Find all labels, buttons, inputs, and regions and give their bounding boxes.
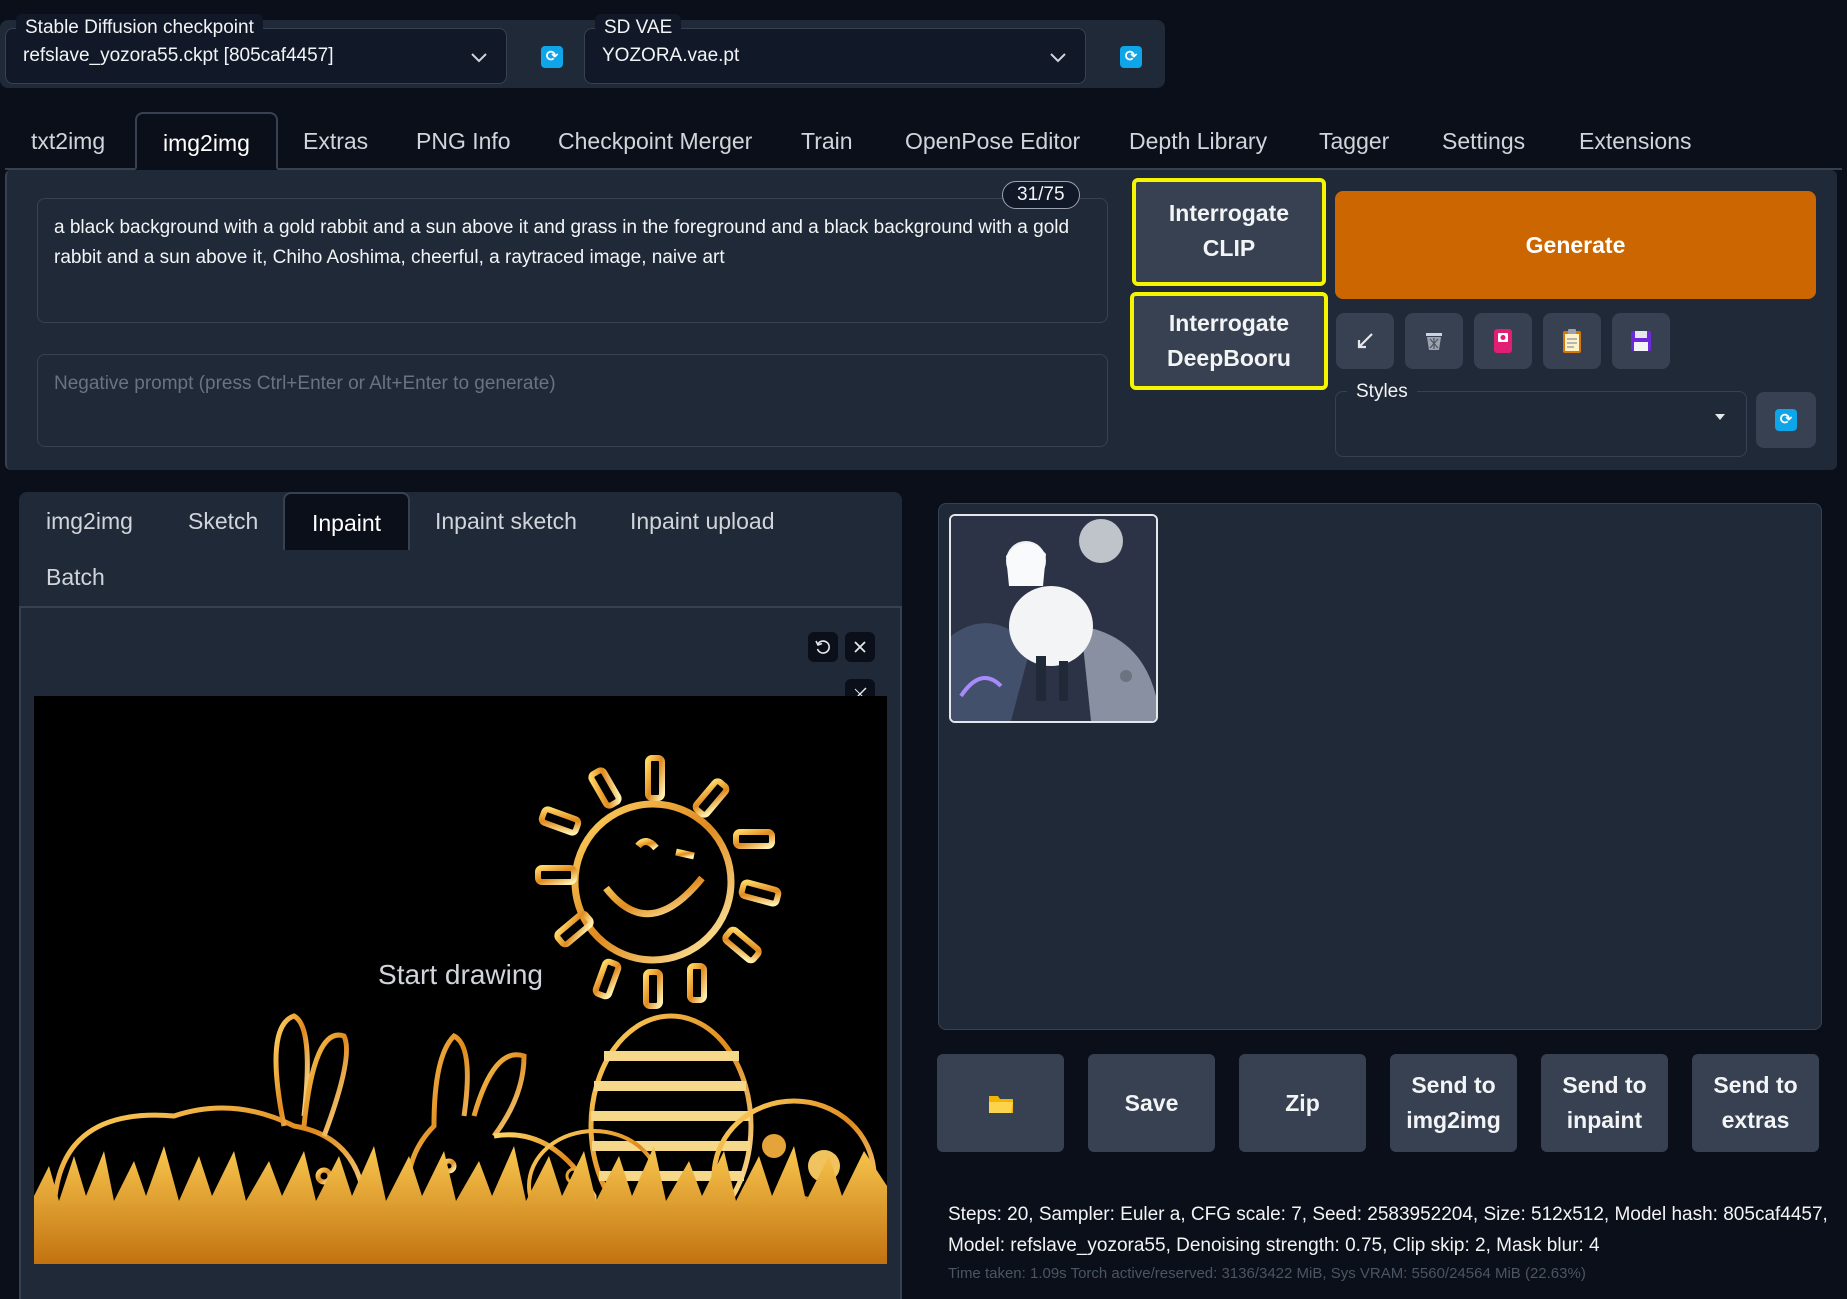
- tab-settings[interactable]: Settings: [1416, 112, 1551, 170]
- generated-image-thumbnail[interactable]: [949, 514, 1158, 723]
- subtab-inpaint-upload[interactable]: Inpaint upload: [603, 492, 802, 550]
- refresh-checkpoint-icon[interactable]: ⟳: [541, 46, 563, 68]
- refresh-icon: ⟳: [1775, 409, 1797, 431]
- tab-extras[interactable]: Extras: [277, 112, 394, 170]
- send-inpaint-line1: Send to: [1562, 1072, 1647, 1098]
- send-extras-line1: Send to: [1713, 1072, 1798, 1098]
- pink-card-icon[interactable]: [1474, 313, 1532, 369]
- vae-label: SD VAE: [595, 14, 682, 42]
- save-disk-icon[interactable]: [1612, 313, 1670, 369]
- start-drawing-placeholder: Start drawing: [378, 959, 543, 990]
- tab-extensions[interactable]: Extensions: [1553, 112, 1718, 170]
- prompt-textarea[interactable]: a black background with a gold rabbit an…: [37, 198, 1108, 323]
- send-extras-line2: extras: [1721, 1107, 1790, 1133]
- tab-tagger[interactable]: Tagger: [1293, 112, 1415, 170]
- tab-openpose-editor[interactable]: OpenPose Editor: [879, 112, 1106, 170]
- trash-icon[interactable]: [1405, 313, 1463, 369]
- checkpoint-label: Stable Diffusion checkpoint: [16, 14, 263, 42]
- performance-info: Time taken: 1.09s Torch active/reserved:…: [948, 1265, 1586, 1282]
- subtab-inpaint-sketch[interactable]: Inpaint sketch: [408, 492, 604, 550]
- send-to-inpaint-button[interactable]: Send to inpaint: [1541, 1054, 1668, 1152]
- checkpoint-value: refslave_yozora55.ckpt [805caf4457]: [23, 45, 334, 66]
- send-to-img2img-button[interactable]: Send to img2img: [1390, 1054, 1517, 1152]
- vae-value: YOZORA.vae.pt: [602, 45, 740, 66]
- negative-prompt-textarea[interactable]: Negative prompt (press Ctrl+Enter or Alt…: [37, 354, 1108, 447]
- tab-train[interactable]: Train: [775, 112, 879, 170]
- folder-icon: [988, 1096, 1013, 1113]
- chevron-down-icon: [1050, 53, 1066, 63]
- subtab-inpaint[interactable]: Inpaint: [283, 492, 411, 550]
- subtab-img2img[interactable]: img2img: [19, 492, 160, 550]
- interrogate-deepbooru-button[interactable]: Interrogate DeepBooru: [1130, 292, 1328, 390]
- zip-button[interactable]: Zip: [1239, 1054, 1366, 1152]
- save-button[interactable]: Save: [1088, 1054, 1215, 1152]
- interrogate-deepbooru-line2: DeepBooru: [1167, 345, 1291, 371]
- interrogate-clip-line1: Interrogate: [1168, 200, 1290, 226]
- generation-info: Steps: 20, Sampler: Euler a, CFG scale: …: [948, 1204, 1828, 1256]
- generated-anime-girl-image: [951, 516, 1156, 721]
- send-to-extras-button[interactable]: Send to extras: [1692, 1054, 1819, 1152]
- chevron-down-icon: [471, 53, 487, 63]
- token-counter: 31/75: [1002, 181, 1080, 209]
- tab-img2img[interactable]: img2img: [135, 112, 278, 170]
- caret-down-icon: [1715, 414, 1725, 420]
- undo-icon[interactable]: [808, 632, 838, 662]
- send-inpaint-line2: inpaint: [1566, 1107, 1643, 1133]
- interrogate-clip-line2: CLIP: [1202, 235, 1256, 261]
- subtab-sketch[interactable]: Sketch: [161, 492, 285, 550]
- tab-png-info[interactable]: PNG Info: [390, 112, 537, 170]
- clipboard-icon[interactable]: [1543, 313, 1601, 369]
- refresh-vae-icon[interactable]: ⟳: [1120, 46, 1142, 68]
- generate-button[interactable]: Generate: [1335, 191, 1816, 299]
- refresh-styles-button[interactable]: ⟳: [1756, 392, 1816, 448]
- open-folder-button[interactable]: [937, 1054, 1064, 1152]
- send-img2img-line1: Send to: [1411, 1072, 1496, 1098]
- arrow-icon[interactable]: [1336, 313, 1394, 369]
- img2img-mode-tabs: img2img Sketch Inpaint Inpaint sketch In…: [19, 492, 902, 607]
- prompt-text: a black background with a gold rabbit an…: [54, 217, 1070, 268]
- main-tab-bar: txt2img img2img Extras PNG Info Checkpoi…: [5, 112, 1842, 170]
- styles-label: Styles: [1347, 378, 1417, 406]
- inpaint-drawing-canvas[interactable]: Start drawing: [34, 696, 887, 1264]
- tab-txt2img[interactable]: txt2img: [5, 112, 131, 170]
- negative-prompt-placeholder: Negative prompt (press Ctrl+Enter or Alt…: [54, 373, 556, 394]
- tab-depth-library[interactable]: Depth Library: [1103, 112, 1293, 170]
- subtab-batch[interactable]: Batch: [19, 548, 132, 606]
- send-img2img-line2: img2img: [1406, 1107, 1501, 1133]
- tab-checkpoint-merger[interactable]: Checkpoint Merger: [532, 112, 778, 170]
- interrogate-deepbooru-line1: Interrogate: [1168, 310, 1290, 336]
- close-icon[interactable]: [845, 632, 875, 662]
- interrogate-clip-button[interactable]: Interrogate CLIP: [1132, 178, 1326, 286]
